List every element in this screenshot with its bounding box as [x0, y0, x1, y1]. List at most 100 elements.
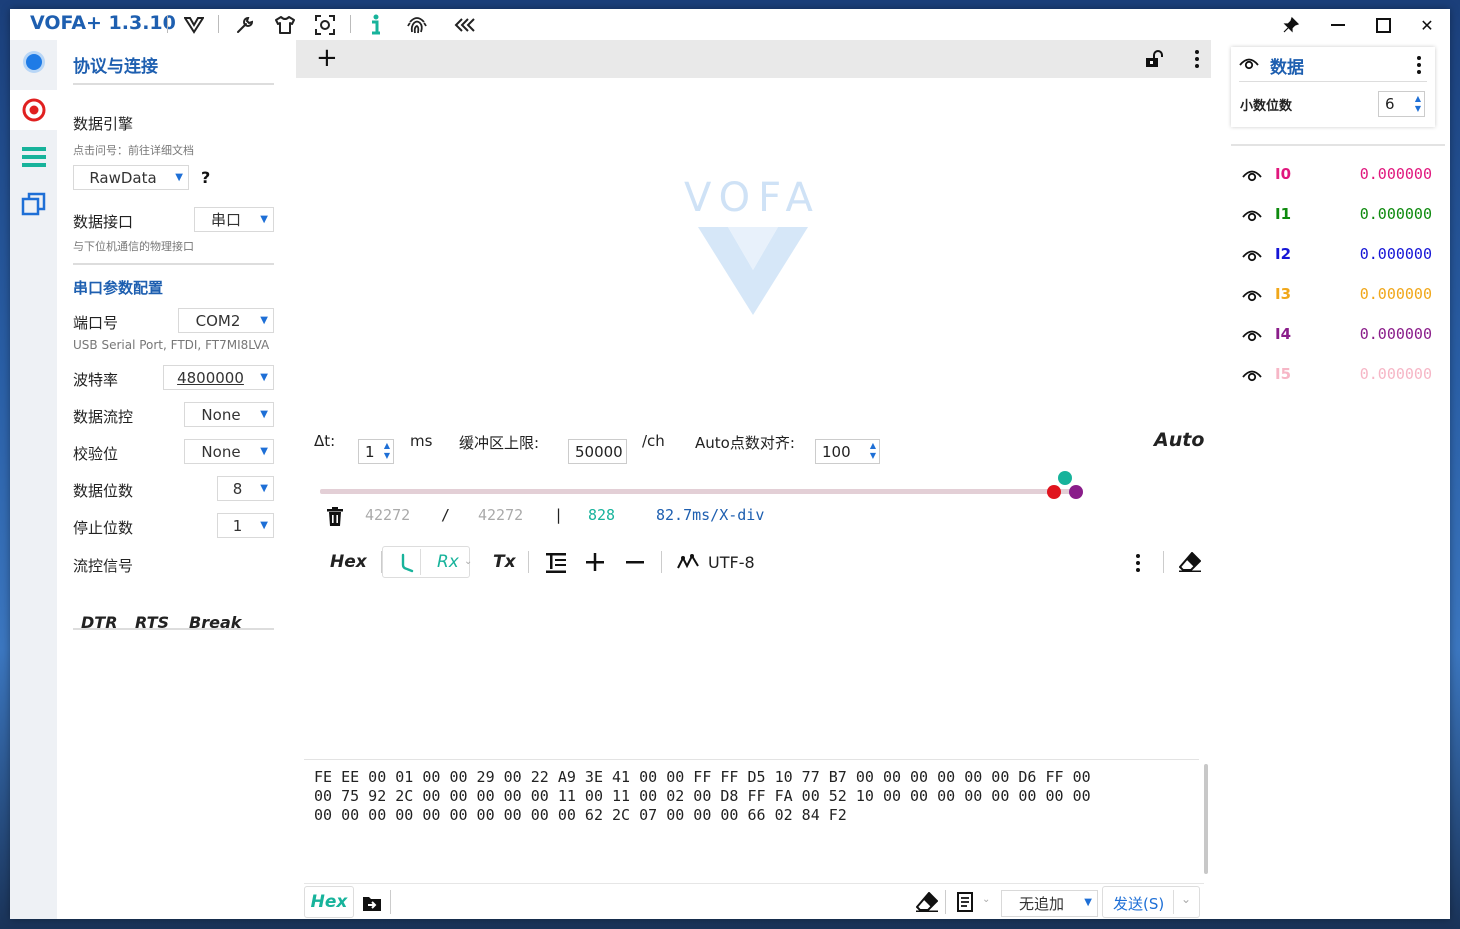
text-format-icon[interactable] [546, 553, 566, 577]
maximize-button[interactable] [1368, 13, 1398, 37]
chevron-down-icon[interactable]: ⌄ [982, 894, 990, 905]
nav-connection[interactable] [10, 42, 57, 82]
databits-value: 8 [232, 479, 243, 498]
buffer-input[interactable]: 50000 [568, 439, 627, 464]
flow-select[interactable]: None ▼ [184, 402, 274, 427]
stat-separator: / [441, 506, 451, 524]
dropdown-arrow-icon: ▼ [175, 172, 183, 183]
chevron-down-icon[interactable]: ⌄ [1181, 892, 1191, 906]
eye-icon[interactable] [1242, 328, 1262, 342]
eye-icon[interactable] [1239, 55, 1259, 74]
align-spinner[interactable]: 100 ▲ ▼ [815, 439, 880, 464]
minimize-button[interactable] [1323, 13, 1353, 37]
nav-widgets[interactable] [10, 184, 57, 224]
data-card: 数据 小数位数 6 ▲ ▼ [1231, 47, 1435, 127]
wrench-icon[interactable] [233, 13, 257, 37]
channel-row[interactable]: I0 0.000000 [1237, 162, 1437, 186]
divider [73, 263, 274, 265]
send-file-icon[interactable] [362, 894, 382, 916]
serial-section-title: 串口参数配置 [73, 279, 164, 297]
eye-icon[interactable] [1242, 248, 1262, 262]
range-slider-track[interactable] [320, 489, 1082, 494]
more-vertical-icon[interactable] [1194, 49, 1200, 73]
flow-signal-label: 流控信号 [73, 557, 134, 575]
more-vertical-icon[interactable] [1416, 55, 1422, 79]
tx-button[interactable]: Tx [493, 552, 516, 572]
connection-panel: 协议与连接 数据引擎 点击问号：前往详细文档 RawData ▼ ? 数据接口 … [57, 40, 295, 919]
dt-spinner[interactable]: 1 ▲ ▼ [358, 439, 394, 464]
divider [1231, 144, 1445, 146]
eraser-icon[interactable] [1178, 551, 1202, 576]
stopbits-label: 停止位数 [73, 519, 134, 537]
stat-x-div: 82.7ms/X-div [656, 506, 765, 524]
port-select[interactable]: COM2 ▼ [178, 308, 274, 333]
app-window: VOFA+ 1.3.10 ✕ 协议与连接 数据引擎 点击问号：前往详细文档 Ra… [10, 9, 1450, 919]
eye-icon[interactable] [1242, 288, 1262, 302]
timestamp-icon[interactable] [399, 553, 415, 577]
stopbits-select[interactable]: 1 ▼ [217, 513, 274, 538]
shirt-icon[interactable] [273, 13, 297, 37]
trash-icon[interactable] [327, 507, 343, 530]
channel-row[interactable]: I3 0.000000 [1237, 282, 1437, 306]
send-hex-button[interactable]: Hex [304, 886, 354, 918]
collapse-panel-icon[interactable] [453, 13, 477, 37]
plot-area[interactable]: VOFA [296, 78, 1211, 420]
auto-button[interactable]: Auto [1154, 429, 1204, 451]
databits-select[interactable]: 8 ▼ [217, 476, 274, 501]
eye-icon[interactable] [1242, 208, 1262, 222]
interface-select[interactable]: 串口 ▼ [194, 207, 274, 232]
zoom-out-icon[interactable] [626, 553, 644, 575]
flow-value: None [201, 405, 241, 424]
nav-commands[interactable] [10, 137, 57, 177]
terminal-scrollbar[interactable] [1204, 764, 1208, 874]
channel-value: 0.000000 [1359, 365, 1432, 383]
channel-row[interactable]: I1 0.000000 [1237, 202, 1437, 226]
eye-icon[interactable] [1242, 368, 1262, 382]
nav-record[interactable] [10, 90, 57, 130]
engine-hint: 点击问号：前往详细文档 [73, 144, 194, 157]
chevron-down-icon[interactable]: ⌄ [464, 556, 472, 567]
engine-select[interactable]: RawData ▼ [73, 165, 189, 190]
history-icon[interactable] [957, 892, 975, 916]
baud-select[interactable]: 4800000 ▼ [163, 365, 274, 390]
record-icon [22, 98, 45, 122]
channel-row[interactable]: I5 0.000000 [1237, 362, 1437, 386]
align-label: Auto点数对齐: [695, 434, 795, 452]
screenshot-icon[interactable] [313, 13, 337, 37]
send-button[interactable]: 发送(S) [1113, 893, 1164, 914]
zoom-in-icon[interactable] [586, 553, 604, 575]
append-select[interactable]: 无追加 ▼ [1001, 890, 1098, 917]
channel-row[interactable]: I4 0.000000 [1237, 322, 1437, 346]
channel-row[interactable]: I2 0.000000 [1237, 242, 1437, 266]
add-widget-button[interactable]: + [316, 43, 338, 73]
more-vertical-icon[interactable] [1135, 553, 1141, 577]
terminal-output[interactable]: FE EE 00 01 00 00 29 00 22 A9 3E 41 00 0… [304, 759, 1199, 875]
parity-select[interactable]: None ▼ [184, 439, 274, 464]
channel-name: I3 [1275, 285, 1292, 303]
channel-name: I4 [1275, 325, 1292, 343]
dropdown-arrow-icon: ▼ [260, 520, 268, 531]
decimals-value: 6 [1385, 95, 1395, 113]
unlock-icon[interactable] [1145, 50, 1163, 72]
rx-button[interactable]: Rx [437, 552, 459, 572]
clear-send-icon[interactable] [915, 891, 939, 916]
help-button[interactable]: ? [201, 168, 210, 187]
decimals-spinner[interactable]: 6 ▲ ▼ [1378, 91, 1425, 117]
hex-display-button[interactable]: Hex [330, 552, 367, 572]
vofa-logo-icon[interactable] [182, 13, 206, 37]
toolbar-separator [390, 890, 391, 914]
close-button[interactable]: ✕ [1412, 13, 1442, 37]
toolbar-separator [420, 549, 421, 575]
eye-icon[interactable] [1242, 168, 1262, 182]
waveform-icon[interactable] [677, 553, 699, 574]
fingerprint-icon[interactable] [405, 13, 429, 37]
slider-handles-icon[interactable] [1044, 469, 1086, 501]
toolbar-separator [1173, 890, 1174, 914]
dropdown-arrow-icon: ▼ [260, 446, 268, 457]
encoding-label[interactable]: UTF-8 [708, 553, 755, 572]
pin-icon[interactable] [1276, 13, 1306, 37]
info-icon[interactable] [364, 13, 388, 37]
divider [73, 83, 274, 85]
dt-value: 1 [365, 442, 375, 461]
windows-icon [21, 192, 45, 216]
